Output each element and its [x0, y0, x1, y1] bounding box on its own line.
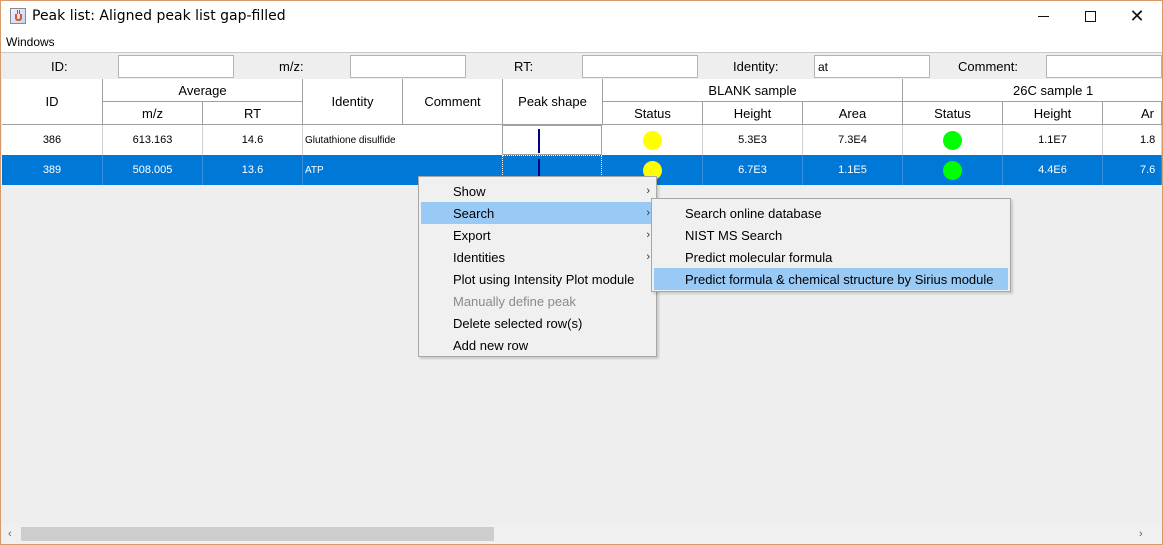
col-header-26c-height[interactable]: Height	[1003, 102, 1103, 125]
status-dot-yellow-icon	[643, 130, 662, 150]
mz-filter-input[interactable]	[350, 55, 466, 78]
minimize-button[interactable]	[1020, 1, 1066, 32]
comment-filter-label: Comment:	[958, 59, 1018, 74]
menu-item-export[interactable]: Export ›	[421, 224, 654, 246]
window-title: Peak list: Aligned peak list gap-filled	[32, 8, 286, 24]
menu-item-search[interactable]: Search ›	[421, 202, 654, 224]
scrollbar-thumb[interactable]	[21, 527, 494, 541]
id-filter-input[interactable]	[118, 55, 234, 78]
cell-26c-status	[903, 125, 1003, 155]
cell-rt: 13.6	[203, 155, 303, 185]
menu-item-show[interactable]: Show ›	[421, 180, 654, 202]
col-header-peak-shape[interactable]: Peak shape	[503, 79, 603, 125]
cell-26c-height: 4.4E6	[1003, 155, 1103, 185]
peak-list-window: Peak list: Aligned peak list gap-filled …	[0, 0, 1163, 545]
menu-item-plot-intensity[interactable]: Plot using Intensity Plot module	[421, 268, 654, 290]
submenu-arrow-icon: ›	[646, 251, 650, 263]
cell-blank-area: 7.3E4	[803, 125, 903, 155]
menu-item-label: Export	[453, 227, 491, 243]
java-app-icon	[10, 8, 26, 24]
col-group-average: Average	[103, 79, 303, 102]
submenu-arrow-icon: ›	[646, 229, 650, 241]
horizontal-scrollbar[interactable]: ‹ ›	[2, 525, 1162, 544]
cell-id: 386	[2, 125, 103, 155]
menu-item-label: Show	[453, 183, 486, 199]
col-header-identity[interactable]: Identity	[303, 79, 403, 125]
col-group-blank-sample: BLANK sample	[603, 79, 903, 102]
identity-filter-input[interactable]	[814, 55, 930, 78]
scroll-right-arrow-icon[interactable]: ›	[1139, 528, 1143, 540]
menu-item-label: Plot using Intensity Plot module	[453, 271, 635, 287]
submenu-item-nist-ms-search[interactable]: NIST MS Search	[654, 224, 1008, 246]
submenu-item-search-online-database[interactable]: Search online database	[654, 202, 1008, 224]
submenu-arrow-icon: ›	[646, 207, 650, 219]
menu-windows[interactable]: Windows	[6, 35, 55, 49]
cell-identity: Glutathione disulfide	[303, 125, 503, 155]
submenu-item-predict-molecular-formula[interactable]: Predict molecular formula	[654, 246, 1008, 268]
close-icon: ✕	[1129, 6, 1145, 27]
table-row[interactable]: 386 613.163 14.6 Glutathione disulfide 5…	[2, 125, 1162, 155]
minimize-icon	[1037, 16, 1049, 17]
col-header-comment[interactable]: Comment	[403, 79, 503, 125]
cell-26c-area: 1.8	[1103, 125, 1162, 155]
cell-id: 389	[2, 155, 103, 185]
cell-26c-status	[903, 155, 1003, 185]
col-header-blank-area[interactable]: Area	[803, 102, 903, 125]
submenu-arrow-icon: ›	[646, 185, 650, 197]
col-header-mz[interactable]: m/z	[103, 102, 203, 125]
maximize-button[interactable]	[1067, 1, 1113, 32]
col-header-rt[interactable]: RT	[203, 102, 303, 125]
status-dot-green-icon	[943, 130, 962, 150]
cell-blank-height: 6.7E3	[703, 155, 803, 185]
cell-blank-status	[603, 125, 703, 155]
menu-item-add-row[interactable]: Add new row	[421, 334, 654, 356]
comment-filter-input[interactable]	[1046, 55, 1162, 78]
scroll-left-arrow-icon[interactable]: ‹	[8, 528, 12, 540]
rt-filter-input[interactable]	[582, 55, 698, 78]
id-filter-label: ID:	[51, 59, 68, 74]
cell-rt: 14.6	[203, 125, 303, 155]
col-header-blank-status[interactable]: Status	[603, 102, 703, 125]
cell-26c-height: 1.1E7	[1003, 125, 1103, 155]
rt-filter-label: RT:	[514, 59, 534, 74]
menu-item-label: Identities	[453, 249, 506, 265]
menu-item-manually-define-peak: Manually define peak	[421, 290, 654, 312]
col-header-blank-height[interactable]: Height	[703, 102, 803, 125]
search-submenu: Search online database NIST MS Search Pr…	[651, 198, 1011, 292]
menu-item-delete-rows[interactable]: Delete selected row(s)	[421, 312, 654, 334]
cell-blank-height: 5.3E3	[703, 125, 803, 155]
menu-item-identities[interactable]: Identities ›	[421, 246, 654, 268]
status-dot-green-icon	[943, 160, 962, 180]
mz-filter-label: m/z:	[279, 59, 304, 74]
submenu-item-sirius-prediction[interactable]: Predict formula & chemical structure by …	[654, 268, 1008, 290]
close-button[interactable]: ✕	[1114, 1, 1160, 32]
menu-item-label: Add new row	[453, 337, 529, 353]
col-header-id[interactable]: ID	[2, 79, 103, 125]
menu-item-label: Delete selected row(s)	[453, 315, 583, 331]
maximize-icon	[1084, 11, 1096, 22]
row-context-menu: Show › Search › Export › Identities › Plot u…	[418, 176, 657, 357]
peak-shape-thumbnail	[502, 125, 602, 155]
menu-item-label: Search	[453, 205, 495, 221]
col-header-26c-status[interactable]: Status	[903, 102, 1003, 125]
title-bar[interactable]: Peak list: Aligned peak list gap-filled …	[1, 1, 1162, 32]
cell-blank-area: 1.1E5	[803, 155, 903, 185]
filter-bar: ID: m/z: RT: Identity: Comment:	[1, 52, 1162, 79]
col-header-26c-area[interactable]: Ar	[1103, 102, 1162, 125]
cell-mz: 613.163	[103, 125, 203, 155]
col-group-26c-sample: 26C sample 1	[903, 79, 1162, 102]
cell-26c-area: 7.6	[1103, 155, 1162, 185]
cell-mz: 508.005	[103, 155, 203, 185]
menu-bar: Windows	[1, 32, 1162, 52]
identity-filter-label: Identity:	[733, 59, 779, 74]
menu-item-label: Manually define peak	[453, 293, 576, 309]
